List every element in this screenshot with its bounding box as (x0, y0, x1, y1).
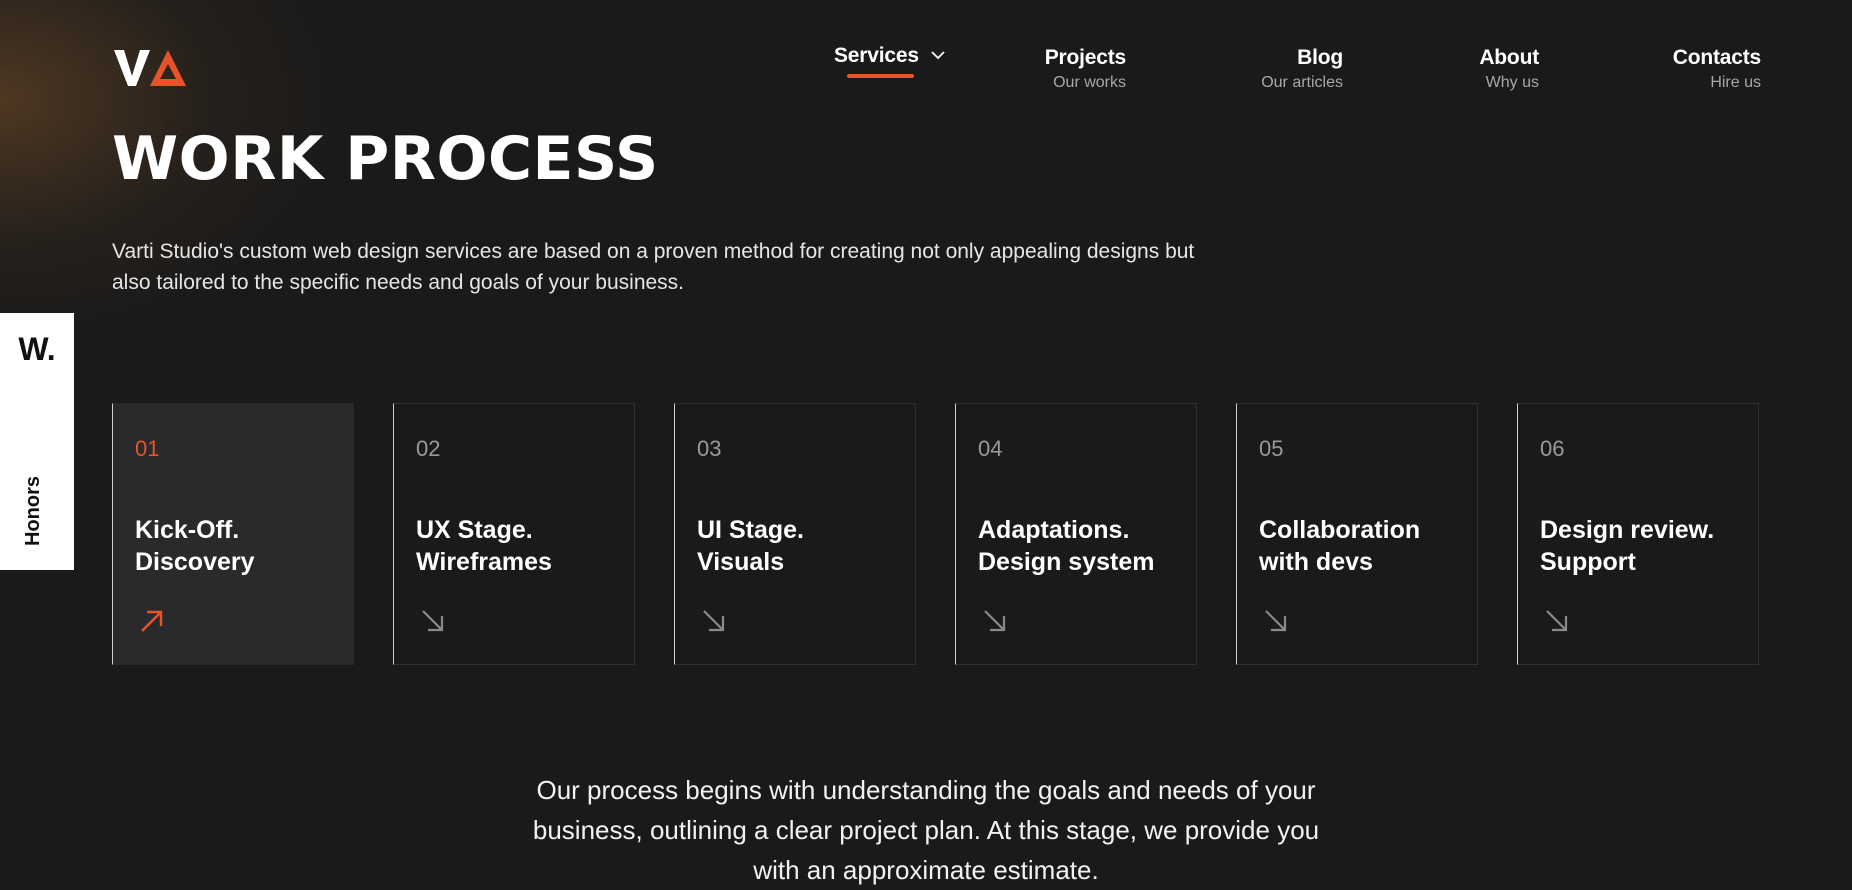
step-title-line1: Kick-Off. (135, 516, 240, 544)
chevron-down-icon[interactable] (931, 47, 945, 65)
arrow-down-right-icon[interactable] (418, 606, 448, 636)
nav-blog[interactable]: Blog Our articles (1261, 46, 1343, 92)
arrow-up-right-icon[interactable] (137, 606, 167, 636)
honors-mark: W. (18, 331, 56, 367)
step-number: 03 (697, 436, 722, 461)
nav-services[interactable]: Services (834, 44, 945, 78)
page-title: WORK PROCESS (112, 124, 659, 194)
step-title-line1: UX Stage. (416, 516, 533, 544)
step-card-05[interactable]: 05 Collaboration with devs (1236, 403, 1478, 665)
step-title-line2: Design system (978, 548, 1155, 576)
step-title-line1: UI Stage. (697, 516, 804, 544)
nav-about-sub: Why us (1485, 74, 1539, 91)
nav-projects-sub: Our works (1053, 74, 1126, 91)
arrow-down-right-icon[interactable] (699, 606, 729, 636)
step-title: Adaptations. Design system (978, 514, 1188, 578)
step-number: 06 (1540, 436, 1565, 461)
step-card-01[interactable]: 01 Kick-Off. Discovery (112, 403, 354, 665)
nav-projects-label[interactable]: Projects (1045, 46, 1126, 70)
arrow-down-right-icon[interactable] (1542, 606, 1572, 636)
step-title-line2: Visuals (697, 548, 785, 576)
step-card-06[interactable]: 06 Design review. Support (1517, 403, 1759, 665)
step-number: 01 (135, 436, 160, 461)
nav-contacts-label[interactable]: Contacts (1673, 46, 1761, 70)
nav-services-label[interactable]: Services (834, 44, 919, 68)
step-title-line1: Collaboration (1259, 516, 1421, 544)
nav-blog-sub: Our articles (1261, 74, 1343, 91)
step-title: UX Stage. Wireframes (416, 514, 626, 578)
honors-label[interactable]: Honors (22, 476, 45, 546)
step-title-line2: Discovery (135, 548, 255, 576)
main-nav: Services Projects Our works Blog Our art… (0, 44, 1852, 104)
step-title: Kick-Off. Discovery (135, 514, 345, 578)
step-title-line1: Adaptations. (978, 516, 1130, 544)
step-title: UI Stage. Visuals (697, 514, 907, 578)
step-number: 05 (1259, 436, 1284, 461)
nav-active-indicator (847, 74, 914, 78)
step-title: Collaboration with devs (1259, 514, 1469, 578)
step-description: Our process begins with understanding th… (532, 775, 1320, 885)
process-steps: 01 Kick-Off. Discovery 02 UX Stage. Wire… (112, 403, 1762, 665)
nav-about-label[interactable]: About (1479, 46, 1539, 70)
step-number: 02 (416, 436, 441, 461)
step-title-line1: Design review. (1540, 516, 1715, 544)
nav-blog-label[interactable]: Blog (1261, 46, 1343, 70)
nav-about[interactable]: About Why us (1479, 46, 1539, 92)
arrow-down-right-icon[interactable] (980, 606, 1010, 636)
intro-text: Varti Studio's custom web design service… (112, 240, 1195, 294)
nav-projects[interactable]: Projects Our works (1045, 46, 1126, 92)
step-card-04[interactable]: 04 Adaptations. Design system (955, 403, 1197, 665)
step-title-line2: Support (1540, 548, 1636, 576)
step-title-line2: with devs (1259, 548, 1373, 576)
step-card-02[interactable]: 02 UX Stage. Wireframes (393, 403, 635, 665)
step-card-03[interactable]: 03 UI Stage. Visuals (674, 403, 916, 665)
nav-contacts-sub: Hire us (1710, 74, 1761, 91)
step-number: 04 (978, 436, 1003, 461)
nav-contacts[interactable]: Contacts Hire us (1673, 46, 1761, 92)
step-title: Design review. Support (1540, 514, 1750, 578)
arrow-down-right-icon[interactable] (1261, 606, 1291, 636)
step-title-line2: Wireframes (416, 548, 552, 576)
